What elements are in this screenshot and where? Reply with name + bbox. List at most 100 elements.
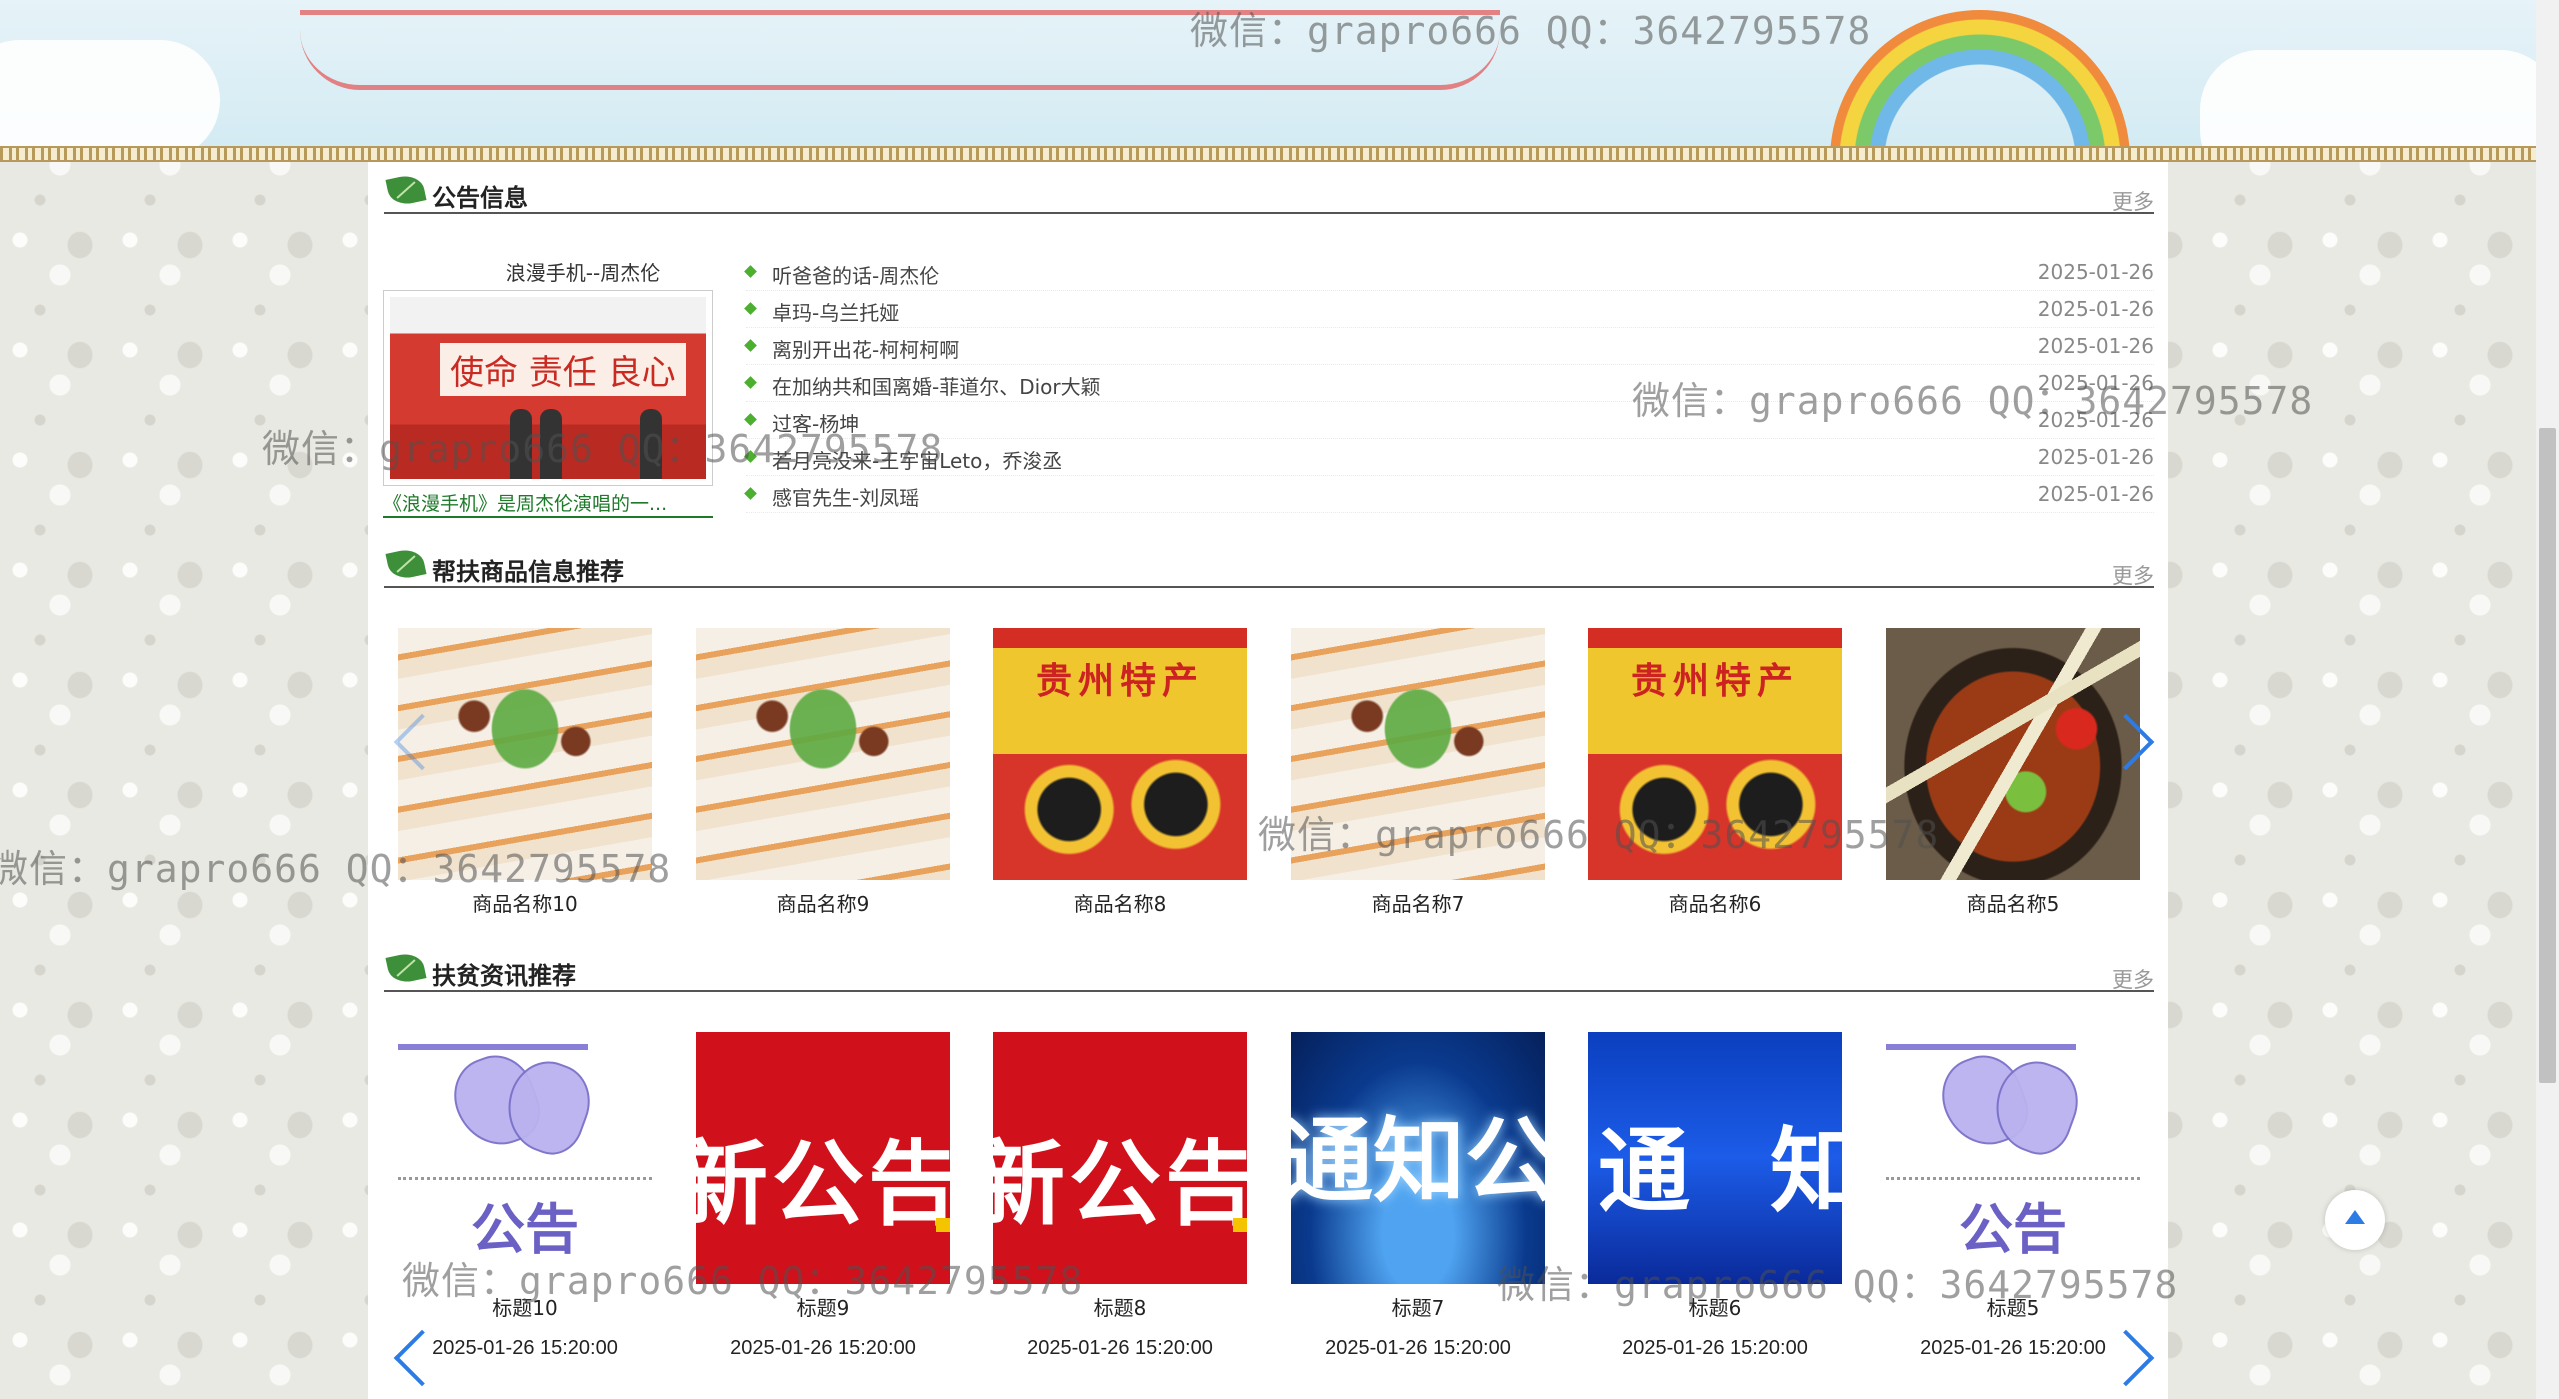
news-image[interactable]: 新公告 <box>696 1032 950 1284</box>
feature-image[interactable]: 使命 责任 良心 <box>383 290 713 486</box>
page-scrollbar[interactable] <box>2536 0 2559 1399</box>
person-figure <box>510 409 532 479</box>
leaf-icon <box>385 546 427 582</box>
product-image[interactable] <box>696 628 950 880</box>
product-name[interactable]: 商品名称7 <box>1291 888 1545 917</box>
person-figure <box>540 409 562 479</box>
more-link[interactable]: 更多 <box>2112 560 2154 590</box>
announcement-title[interactable]: 感官先生-刘凤瑶 <box>772 482 919 511</box>
product-card[interactable]: 商品名称5 <box>1886 628 2140 917</box>
bullet-icon <box>744 413 757 426</box>
product-carousel: 商品名称5 贵州特产商品名称6 商品名称7 贵州特产商品名称8 商品名称9 商品名称10 <box>384 628 2154 948</box>
image-decoration <box>1886 1177 2140 1180</box>
news-title[interactable]: 标题7 <box>1291 1292 1545 1321</box>
main-content: 公告信息 更多 浪漫手机--周杰伦 使命 责任 良心 《浪漫手机》是周杰伦演唱的… <box>368 162 2168 1399</box>
news-image[interactable]: 公告 <box>1886 1032 2140 1284</box>
carousel-prev-arrow-icon[interactable] <box>388 708 428 778</box>
bullet-icon <box>744 302 757 315</box>
news-card[interactable]: 公告 标题10 2025-01-26 15:20:00 <box>398 1032 652 1360</box>
news-title[interactable]: 标题6 <box>1588 1292 1842 1321</box>
banner-border <box>0 146 2536 162</box>
news-time: 2025-01-26 15:20:00 <box>1027 1337 1213 1359</box>
product-name[interactable]: 商品名称10 <box>398 888 652 917</box>
news-card[interactable]: 通 知标题6 2025-01-26 15:20:00 <box>1588 1032 1842 1360</box>
bullet-icon <box>744 339 757 352</box>
announcement-row[interactable]: 过客-杨坤 2025-01-26 <box>744 402 2154 439</box>
leaf-icon <box>385 172 427 208</box>
product-card[interactable]: 商品名称10 <box>398 628 652 917</box>
announcement-row[interactable]: 在加纳共和国离婚-菲道尔、Dior大颖 2025-01-26 <box>744 365 2154 402</box>
news-image-text: 新公告 <box>696 1131 950 1238</box>
announcement-date: 2025-01-26 <box>2037 408 2154 432</box>
announcement-date: 2025-01-26 <box>2037 482 2154 506</box>
announcement-list: 听爸爸的话-周杰伦 2025-01-26 卓玛-乌兰托娅 2025-01-26 离别开出… <box>744 254 2154 513</box>
person-figure <box>640 409 662 479</box>
image-decoration <box>936 1218 950 1232</box>
announcement-title[interactable]: 过客-杨坤 <box>772 408 859 437</box>
product-image[interactable] <box>1886 628 2140 880</box>
carousel-next-arrow-icon[interactable] <box>2110 708 2150 778</box>
product-image[interactable]: 贵州特产 <box>1588 628 1842 880</box>
product-card[interactable]: 商品名称7 <box>1291 628 1545 917</box>
announcement-title[interactable]: 若月亮没来-王宇宙Leto，乔浚丞 <box>772 445 1062 474</box>
product-card[interactable]: 贵州特产商品名称8 <box>993 628 1247 917</box>
ribbon-decoration <box>300 10 1500 90</box>
carousel-prev-arrow-icon[interactable] <box>388 1324 428 1394</box>
news-time: 2025-01-26 15:20:00 <box>1622 1337 1808 1359</box>
announcement-date: 2025-01-26 <box>2037 297 2154 321</box>
cloud-decoration <box>0 40 220 146</box>
news-card[interactable]: 新公告标题9 2025-01-26 15:20:00 <box>696 1032 950 1360</box>
more-link[interactable]: 更多 <box>2112 186 2154 216</box>
news-time: 2025-01-26 15:20:00 <box>730 1337 916 1359</box>
news-image-text: 公告 <box>1959 1198 2067 1261</box>
more-link[interactable]: 更多 <box>2112 964 2154 994</box>
announcement-title[interactable]: 离别开出花-柯柯柯啊 <box>772 334 959 363</box>
product-image[interactable] <box>1291 628 1545 880</box>
scroll-to-top-button[interactable] <box>2325 1190 2385 1250</box>
product-card[interactable]: 贵州特产商品名称6 <box>1588 628 1842 917</box>
products-header: 帮扶商品信息推荐 更多 <box>384 546 2154 590</box>
announcement-title[interactable]: 听爸爸的话-周杰伦 <box>772 260 939 289</box>
news-title[interactable]: 标题8 <box>993 1292 1247 1321</box>
announcement-row[interactable]: 感官先生-刘凤瑶 2025-01-26 <box>744 476 2154 513</box>
product-image[interactable]: 贵州特产 <box>993 628 1247 880</box>
news-image[interactable]: 公告 <box>398 1032 652 1284</box>
news-title[interactable]: 标题9 <box>696 1292 950 1321</box>
rainbow-decoration <box>1830 10 2130 146</box>
announcement-date: 2025-01-26 <box>2037 445 2154 469</box>
news-card[interactable]: 通知公告标题7 2025-01-26 15:20:00 <box>1291 1032 1545 1360</box>
news-image-text: 新公告 <box>993 1131 1247 1238</box>
product-name[interactable]: 商品名称8 <box>993 888 1247 917</box>
product-name[interactable]: 商品名称6 <box>1588 888 1842 917</box>
feature-caption-link[interactable]: 《浪漫手机》是周杰伦演唱的一... <box>383 489 713 518</box>
news-card[interactable]: 新公告标题8 2025-01-26 15:20:00 <box>993 1032 1247 1360</box>
news-title[interactable]: 标题10 <box>398 1292 652 1321</box>
product-card[interactable]: 商品名称9 <box>696 628 950 917</box>
bullet-icon <box>744 265 757 278</box>
product-name[interactable]: 商品名称9 <box>696 888 950 917</box>
announcement-date: 2025-01-26 <box>2037 260 2154 284</box>
bullet-icon <box>744 487 757 500</box>
scrollbar-thumb[interactable] <box>2539 428 2556 1083</box>
announcements-header: 公告信息 更多 <box>384 172 2154 216</box>
announcement-row[interactable]: 卓玛-乌兰托娅 2025-01-26 <box>744 291 2154 328</box>
announcement-title[interactable]: 在加纳共和国离婚-菲道尔、Dior大颖 <box>772 371 1101 400</box>
news-card[interactable]: 公告 标题5 2025-01-26 15:20:00 <box>1886 1032 2140 1360</box>
news-image[interactable]: 通 知 <box>1588 1032 1842 1284</box>
news-image[interactable]: 通知公告 <box>1291 1032 1545 1284</box>
announcement-row[interactable]: 若月亮没来-王宇宙Leto，乔浚丞 2025-01-26 <box>744 439 2154 476</box>
announcement-title[interactable]: 卓玛-乌兰托娅 <box>772 297 899 326</box>
announcement-row[interactable]: 听爸爸的话-周杰伦 2025-01-26 <box>744 254 2154 291</box>
news-header: 扶贫资讯推荐 更多 <box>384 950 2154 994</box>
announcement-date: 2025-01-26 <box>2037 371 2154 395</box>
feature-title[interactable]: 浪漫手机--周杰伦 <box>468 257 698 286</box>
news-image-text: 通 知 <box>1598 1118 1842 1225</box>
announcement-row[interactable]: 离别开出花-柯柯柯啊 2025-01-26 <box>744 328 2154 365</box>
carousel-next-arrow-icon[interactable] <box>2110 1324 2150 1394</box>
product-name[interactable]: 商品名称5 <box>1886 888 2140 917</box>
news-title[interactable]: 标题5 <box>1886 1292 2140 1321</box>
news-image[interactable]: 新公告 <box>993 1032 1247 1284</box>
news-image-text: 通知公告 <box>1291 1108 1545 1215</box>
image-decoration <box>1886 1044 2076 1050</box>
image-decoration <box>398 1044 588 1050</box>
